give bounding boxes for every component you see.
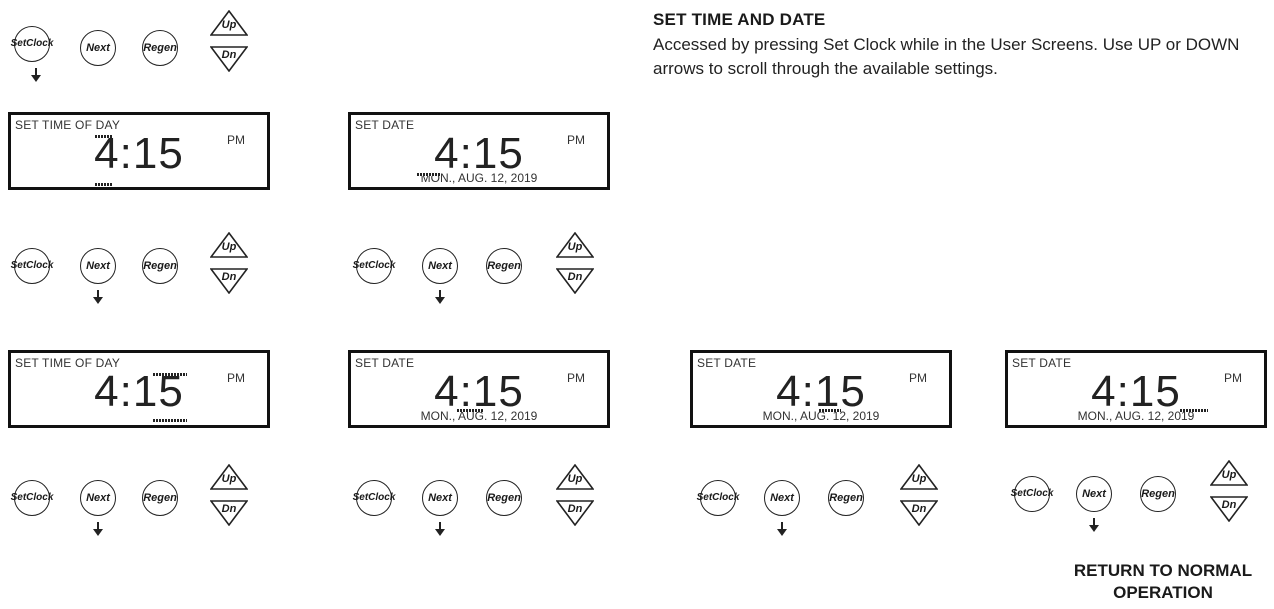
up-button[interactable]: Up [556,232,594,258]
blink-indicator [95,183,113,186]
next-button[interactable]: Next [80,30,116,66]
lcd-display: SET DATE 4:15 PM MON., AUG. 12, 2019 [1005,350,1267,428]
display-date: MON., AUG. 12, 2019 [1077,409,1195,423]
regen-button[interactable]: Regen [142,480,178,516]
section-description: Accessed by pressing Set Clock while in … [653,35,1240,78]
regen-button[interactable]: Regen [828,480,864,516]
section-heading: SET TIME AND DATE [653,10,826,29]
next-button[interactable]: Next [80,248,116,284]
arrow-down-icon [31,68,41,82]
down-button[interactable]: Dn [556,268,594,294]
up-button[interactable]: Up [210,10,248,36]
set-clock-button[interactable]: Set Clock [11,480,53,516]
blink-indicator [457,409,483,412]
lcd-display: SET DATE 4:15 PM MON., AUG. 12, 2019 [348,112,610,190]
up-button[interactable]: Up [900,464,938,490]
down-button[interactable]: Dn [1210,496,1248,522]
set-clock-button[interactable]: Set Clock [11,26,53,62]
arrow-down-icon [435,290,445,304]
arrow-down-icon [1089,518,1099,532]
set-clock-button[interactable]: Set Clock [697,480,739,516]
next-button[interactable]: Next [422,248,458,284]
display-date: MON., AUG. 12, 2019 [420,171,538,185]
blink-indicator [95,135,113,138]
regen-button[interactable]: Regen [142,248,178,284]
next-button[interactable]: Next [1076,476,1112,512]
set-clock-button[interactable]: Set Clock [353,480,395,516]
return-note: RETURN TO NORMAL OPERATION [1073,561,1253,602]
lcd-display: SET TIME OF DAY 4:15 PM [8,112,270,190]
display-ampm: PM [909,371,927,385]
blink-indicator [417,173,441,176]
down-button[interactable]: Dn [900,500,938,526]
next-button[interactable]: Next [80,480,116,516]
next-button[interactable]: Next [764,480,800,516]
blink-indicator [153,419,187,422]
down-button[interactable]: Dn [210,46,248,72]
up-button[interactable]: Up [556,464,594,490]
display-ampm: PM [567,133,585,147]
blink-indicator [1180,409,1208,412]
up-button[interactable]: Up [210,232,248,258]
arrow-down-icon [93,290,103,304]
set-clock-button[interactable]: Set Clock [353,248,395,284]
display-ampm: PM [227,133,245,147]
up-button[interactable]: Up [210,464,248,490]
set-clock-button[interactable]: Set Clock [11,248,53,284]
regen-button[interactable]: Regen [1140,476,1176,512]
display-ampm: PM [567,371,585,385]
set-clock-button[interactable]: Set Clock [1011,476,1053,512]
regen-button[interactable]: Regen [486,480,522,516]
lcd-display: SET TIME OF DAY 4:15 PM [8,350,270,428]
display-ampm: PM [1224,371,1242,385]
down-button[interactable]: Dn [210,500,248,526]
display-ampm: PM [227,371,245,385]
down-button[interactable]: Dn [210,268,248,294]
regen-button[interactable]: Regen [486,248,522,284]
arrow-down-icon [435,522,445,536]
regen-button[interactable]: Regen [142,30,178,66]
blink-indicator [819,409,841,412]
lcd-display: SET DATE 4:15 PM MON., AUG. 12, 2019 [348,350,610,428]
up-button[interactable]: Up [1210,460,1248,486]
arrow-down-icon [93,522,103,536]
lcd-display: SET DATE 4:15 PM MON., AUG. 12, 2019 [690,350,952,428]
blink-indicator [153,373,187,376]
next-button[interactable]: Next [422,480,458,516]
down-button[interactable]: Dn [556,500,594,526]
arrow-down-icon [777,522,787,536]
